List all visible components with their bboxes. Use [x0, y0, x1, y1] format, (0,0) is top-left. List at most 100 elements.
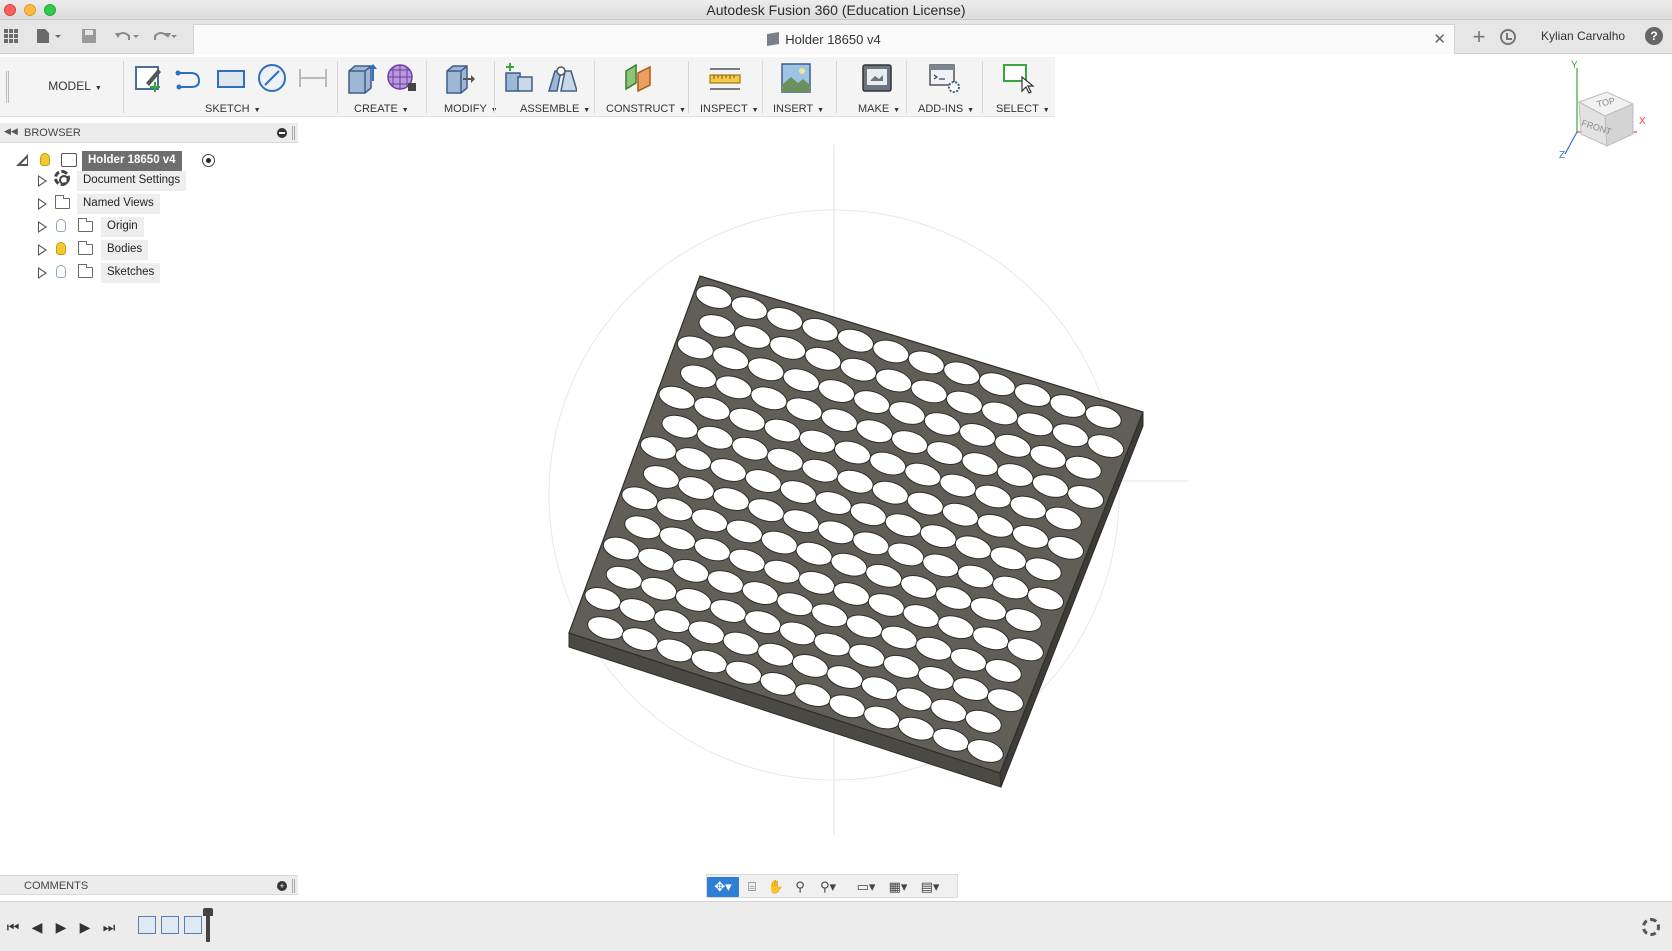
timeline-previous-icon[interactable]: ◀: [28, 918, 46, 936]
expand-icon[interactable]: [38, 175, 47, 187]
toolbar-create-label[interactable]: CREATE ▼: [354, 103, 409, 115]
toolbar-separator: [337, 61, 338, 113]
press-pull-icon[interactable]: [443, 61, 477, 95]
browser-item-label[interactable]: Document Settings: [77, 171, 187, 191]
folder-icon: [78, 241, 93, 255]
browser-resize-grip[interactable]: [292, 126, 295, 140]
grid-snap-icon[interactable]: ▦▾: [883, 877, 913, 897]
joint-icon[interactable]: [543, 61, 579, 95]
folder-icon: [78, 218, 93, 232]
y-axis-label: Y: [1571, 60, 1578, 71]
expand-icon[interactable]: [38, 267, 47, 279]
new-tab-button[interactable]: +: [1464, 24, 1494, 52]
design-document-icon: [767, 31, 780, 47]
orbit-icon[interactable]: ✥▾: [707, 877, 739, 897]
toolbar-grip[interactable]: [6, 71, 9, 103]
toolbar-assemble-label[interactable]: ASSEMBLE ▼: [520, 103, 590, 115]
expand-icon[interactable]: [38, 244, 47, 256]
timeline-next-icon[interactable]: ▶: [76, 918, 94, 936]
browser-root-component[interactable]: Holder 18650 v4: [82, 151, 182, 171]
timeline-settings-gear-icon[interactable]: [1642, 918, 1660, 936]
toolbar-construct-label[interactable]: CONSTRUCT ▼: [606, 103, 686, 115]
model-canvas[interactable]: [298, 117, 1672, 887]
timeline-sketch-feature-icon[interactable]: [138, 916, 156, 934]
timeline-play-icon[interactable]: ▶: [52, 918, 70, 936]
insert-canvas-icon[interactable]: [779, 61, 813, 95]
3d-print-icon[interactable]: [860, 61, 894, 95]
scripts-addins-icon[interactable]: [928, 61, 962, 95]
toolbar-separator: [426, 61, 427, 113]
visibility-bulb-off-icon[interactable]: [56, 219, 66, 232]
comments-resize-grip[interactable]: [292, 879, 295, 893]
visibility-bulb-on-icon[interactable]: [56, 242, 66, 255]
timeline-first-icon[interactable]: ⏮: [4, 918, 22, 936]
toolbar-addins-label[interactable]: ADD-INS ▼: [918, 103, 974, 115]
browser-item-label[interactable]: Sketches: [101, 263, 161, 283]
redo-icon[interactable]: [150, 28, 180, 46]
browser-item-label[interactable]: Named Views: [77, 194, 160, 214]
z-axis-line: [1564, 131, 1578, 155]
create-form-icon[interactable]: [384, 61, 418, 95]
visibility-bulb-off-icon[interactable]: [56, 265, 66, 278]
activate-component-radio[interactable]: [202, 154, 215, 167]
create-sketch-icon[interactable]: [132, 61, 166, 95]
comments-panel-header[interactable]: COMMENTS +: [0, 875, 298, 895]
browser-panel-header[interactable]: ◀◀ BROWSER: [0, 123, 298, 143]
folder-icon: [55, 195, 70, 209]
help-icon[interactable]: ?: [1645, 27, 1663, 45]
offset-plane-icon[interactable]: [622, 61, 656, 95]
select-icon[interactable]: [1002, 61, 1036, 95]
expand-icon[interactable]: [38, 221, 47, 233]
job-status-icon[interactable]: [1500, 29, 1516, 45]
x-axis-label: X: [1639, 116, 1646, 127]
toolbar-insert-label[interactable]: INSERT ▼: [773, 103, 824, 115]
view-cube[interactable]: TOP FRONT X Y Z: [1545, 58, 1655, 168]
close-tab-icon[interactable]: ✕: [1433, 30, 1446, 48]
sketch-circle-icon[interactable]: [255, 61, 289, 95]
sketch-line-icon[interactable]: [173, 61, 207, 95]
extrude-icon[interactable]: [345, 61, 379, 95]
save-icon[interactable]: [80, 28, 98, 46]
document-tab[interactable]: Holder 18650 v4 ✕: [193, 24, 1455, 54]
file-menu-icon[interactable]: [34, 28, 64, 46]
toolbar-sketch-label[interactable]: SKETCH ▼: [205, 103, 261, 115]
expand-icon[interactable]: [38, 198, 47, 210]
undo-icon[interactable]: [112, 28, 142, 46]
zoom-icon[interactable]: ⚲: [789, 877, 811, 897]
toolbar-make-label[interactable]: MAKE ▼: [858, 103, 900, 115]
timeline-last-icon[interactable]: ⏭: [100, 918, 118, 936]
collapse-browser-icon[interactable]: ◀◀: [4, 126, 18, 137]
sketch-dimension-icon[interactable]: [296, 61, 330, 95]
timeline-marker[interactable]: [203, 908, 213, 942]
component-icon: [61, 153, 77, 167]
viewports-icon[interactable]: ▤▾: [915, 877, 945, 897]
root-visibility-bulb-icon[interactable]: [40, 153, 50, 166]
timeline-extrude-feature-icon[interactable]: [184, 916, 202, 934]
canvas-viewport[interactable]: [298, 117, 1672, 887]
sketch-rectangle-icon[interactable]: [214, 61, 248, 95]
toolbar-separator: [982, 61, 983, 113]
toolbar-separator: [494, 61, 495, 113]
fit-zoom-window-icon[interactable]: ⚲▾: [813, 877, 843, 897]
tab-bar: Holder 18650 v4 ✕ + Kylian Carvalho ?: [0, 20, 1672, 54]
browser-minimize-icon[interactable]: [277, 128, 287, 138]
pan-icon[interactable]: ✋: [765, 877, 787, 897]
browser-item-label[interactable]: Bodies: [101, 240, 149, 260]
user-account-name[interactable]: Kylian Carvalho: [1541, 29, 1625, 43]
data-panel-grid-icon[interactable]: [2, 28, 20, 46]
timeline-bar: ⏮ ◀ ▶ ▶ ⏭: [0, 901, 1672, 951]
workspace-switcher[interactable]: MODEL ▼: [30, 79, 120, 99]
toolbar-separator: [762, 61, 763, 113]
add-comment-icon[interactable]: +: [277, 881, 287, 891]
display-settings-icon[interactable]: ▭▾: [851, 877, 881, 897]
look-at-icon[interactable]: ⌸: [741, 877, 763, 897]
browser-item-label[interactable]: Origin: [101, 217, 144, 237]
main-toolbar: MODEL ▼ SKETCH ▼ CREATE ▼ MODIFY ▼ ASSEM…: [0, 57, 1055, 117]
new-component-icon[interactable]: [502, 61, 536, 95]
measure-icon[interactable]: [708, 61, 742, 95]
toolbar-select-label[interactable]: SELECT ▼: [996, 103, 1050, 115]
root-collapse-icon[interactable]: [16, 154, 28, 166]
timeline-extrude-feature-icon[interactable]: [161, 916, 179, 934]
toolbar-inspect-label[interactable]: INSPECT ▼: [700, 103, 759, 115]
toolbar-modify-label[interactable]: MODIFY ▼: [444, 103, 498, 115]
